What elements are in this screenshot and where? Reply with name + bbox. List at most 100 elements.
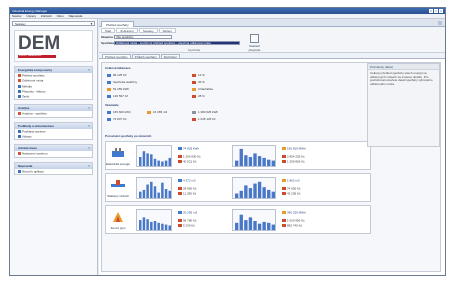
section-header[interactable]: Analýza ˄ xyxy=(15,105,92,112)
metric-value: 1 259 826 Kč xyxy=(287,159,305,164)
chart-bar xyxy=(253,183,257,198)
section-header[interactable]: Podklady a dokumentace ˄ xyxy=(15,122,92,129)
notes-body: Celkový přehled spotřeby všech energií n… xyxy=(370,71,433,86)
chart-bar xyxy=(142,151,146,166)
section-header[interactable]: Energetika komponenty ˄ xyxy=(15,67,92,73)
nav-label: Přehled spotřeby xyxy=(22,73,45,78)
section-docs: Podklady a dokumentace ˄ Podklady správce… xyxy=(14,121,93,141)
money-icon xyxy=(282,219,286,222)
settings-icon xyxy=(18,152,21,156)
help-icon xyxy=(18,169,21,173)
metric-value: 5 230 Kč xyxy=(183,223,195,228)
chart-bar xyxy=(150,154,153,166)
ribbon-group-label: Spotřeba xyxy=(187,48,201,52)
nav-item[interactable]: Nastavení systému xyxy=(15,151,92,156)
chart-bar xyxy=(161,223,164,230)
place-icon xyxy=(18,79,21,83)
metric: 156 819 MWh xyxy=(282,147,306,151)
summary-item: Chladnička xyxy=(192,87,213,91)
section-header[interactable]: Administrace ˄ xyxy=(15,145,92,152)
chart-bar xyxy=(168,157,171,166)
reports-combo[interactable]: Sestavy ▼ xyxy=(12,21,95,26)
chart-bar xyxy=(161,161,164,166)
tab-overview-view[interactable]: Přehled spotřeby xyxy=(102,54,131,59)
ribbon-tabs: Start Zobrazení Sestavy Sdílení xyxy=(101,28,177,33)
summary-value: 86 125 Kč xyxy=(113,73,127,77)
metric: 390 225 MWh xyxy=(282,211,306,215)
chart-bar xyxy=(168,225,171,230)
bar-chart-svg xyxy=(139,181,171,198)
metric-value: 74 829 kWh xyxy=(183,146,200,151)
nav-item[interactable]: Tarify xyxy=(15,94,92,99)
summary-value: 52 265 kWh xyxy=(113,87,130,91)
card-label: Stlačený vzduch xyxy=(107,194,129,198)
summary-item: 36 % xyxy=(192,80,205,84)
nav-item[interactable]: Analýza - spotřeby xyxy=(15,111,92,116)
section-title: Podklady a dokumentace xyxy=(18,123,55,128)
collapse-icon[interactable]: ˄ xyxy=(88,67,90,73)
group-field[interactable]: Vše spotřeby xyxy=(113,35,172,40)
chart-bar xyxy=(248,188,253,198)
menu-view[interactable]: Zobrazit xyxy=(41,14,52,18)
nav-label: Výkazy xyxy=(22,134,32,139)
menu-file[interactable]: Soubor xyxy=(12,14,22,18)
bar-chart xyxy=(136,145,172,167)
close-icon[interactable] xyxy=(439,9,443,13)
section-header[interactable]: Nápověda ˄ xyxy=(15,162,92,169)
metric-value: 40 521 Kč xyxy=(183,159,197,164)
chart-bar xyxy=(271,224,275,230)
ribbon-tab[interactable]: Sdílení xyxy=(158,28,176,33)
left-pane: Sestavy ▼ DEM ENERGY MANAGEMENT Energetik… xyxy=(10,19,98,275)
money-icon xyxy=(107,73,111,77)
tariff-icon xyxy=(18,95,21,99)
bar-chart-svg xyxy=(235,148,275,166)
chart-bar xyxy=(244,155,248,166)
ribbon-tab[interactable]: Start xyxy=(101,28,116,33)
invoice-icon xyxy=(18,89,21,93)
menu-edit[interactable]: Úpravy xyxy=(27,14,37,18)
metric-value: 2 854 235 Kč xyxy=(287,154,305,159)
maximize-icon[interactable] xyxy=(434,9,438,13)
tab-progress[interactable]: Průběh spotřeby xyxy=(131,54,160,59)
metric-value: 390 225 MWh xyxy=(287,210,306,215)
chart-bar xyxy=(142,189,146,198)
chart-bar xyxy=(248,217,253,230)
document-icon xyxy=(18,129,21,133)
bar-chart-svg xyxy=(235,214,275,230)
card-label: Zemní plyn xyxy=(110,226,126,230)
summary-value: 36 % xyxy=(198,80,205,84)
chart-bar xyxy=(262,221,266,230)
menu-help[interactable]: Nápověda xyxy=(69,14,83,18)
plug-icon xyxy=(107,80,111,84)
indicators-heading: Ukazatele xyxy=(105,103,119,107)
window-controls[interactable] xyxy=(428,9,443,15)
consumption-label: Spotřeba: xyxy=(101,41,116,45)
bar-chart xyxy=(136,177,172,199)
collapse-icon[interactable]: ˄ xyxy=(88,163,90,169)
section-title: Nápověda xyxy=(18,163,33,168)
collapse-icon[interactable]: ˄ xyxy=(88,145,90,151)
ribbon-tab[interactable]: Zobrazení xyxy=(116,28,138,33)
metric: 20 295 m3 xyxy=(178,211,197,215)
nav-item[interactable]: Návod k aplikaci xyxy=(15,169,92,174)
metric-value: 156 819 MWh xyxy=(287,146,306,151)
percent-icon xyxy=(192,73,196,77)
nav-label: Přepočty - faktury xyxy=(22,89,46,94)
bar-chart xyxy=(136,209,172,231)
nav-item[interactable]: Výkazy xyxy=(15,134,92,139)
chart-bar xyxy=(271,191,275,198)
chart-bar xyxy=(267,159,271,166)
minimize-icon[interactable] xyxy=(429,9,433,13)
metric: 1 259 826 Kč xyxy=(282,160,305,164)
ribbon-tab[interactable]: Sestavy xyxy=(138,28,158,33)
chart-bar xyxy=(267,189,271,198)
consumption-field[interactable]: Odběrová místa - souhrnný přehled spotře… xyxy=(113,41,240,46)
collapse-icon[interactable]: ˄ xyxy=(88,123,90,129)
tab-layout[interactable]: Rozložení xyxy=(160,54,181,59)
money-icon xyxy=(282,155,286,158)
collapse-icon[interactable]: ˄ xyxy=(88,105,90,111)
chart-bar xyxy=(139,157,142,166)
menu-window[interactable]: Okno xyxy=(57,14,64,18)
close-tab-icon[interactable] xyxy=(438,21,442,25)
plug-icon xyxy=(107,110,111,114)
